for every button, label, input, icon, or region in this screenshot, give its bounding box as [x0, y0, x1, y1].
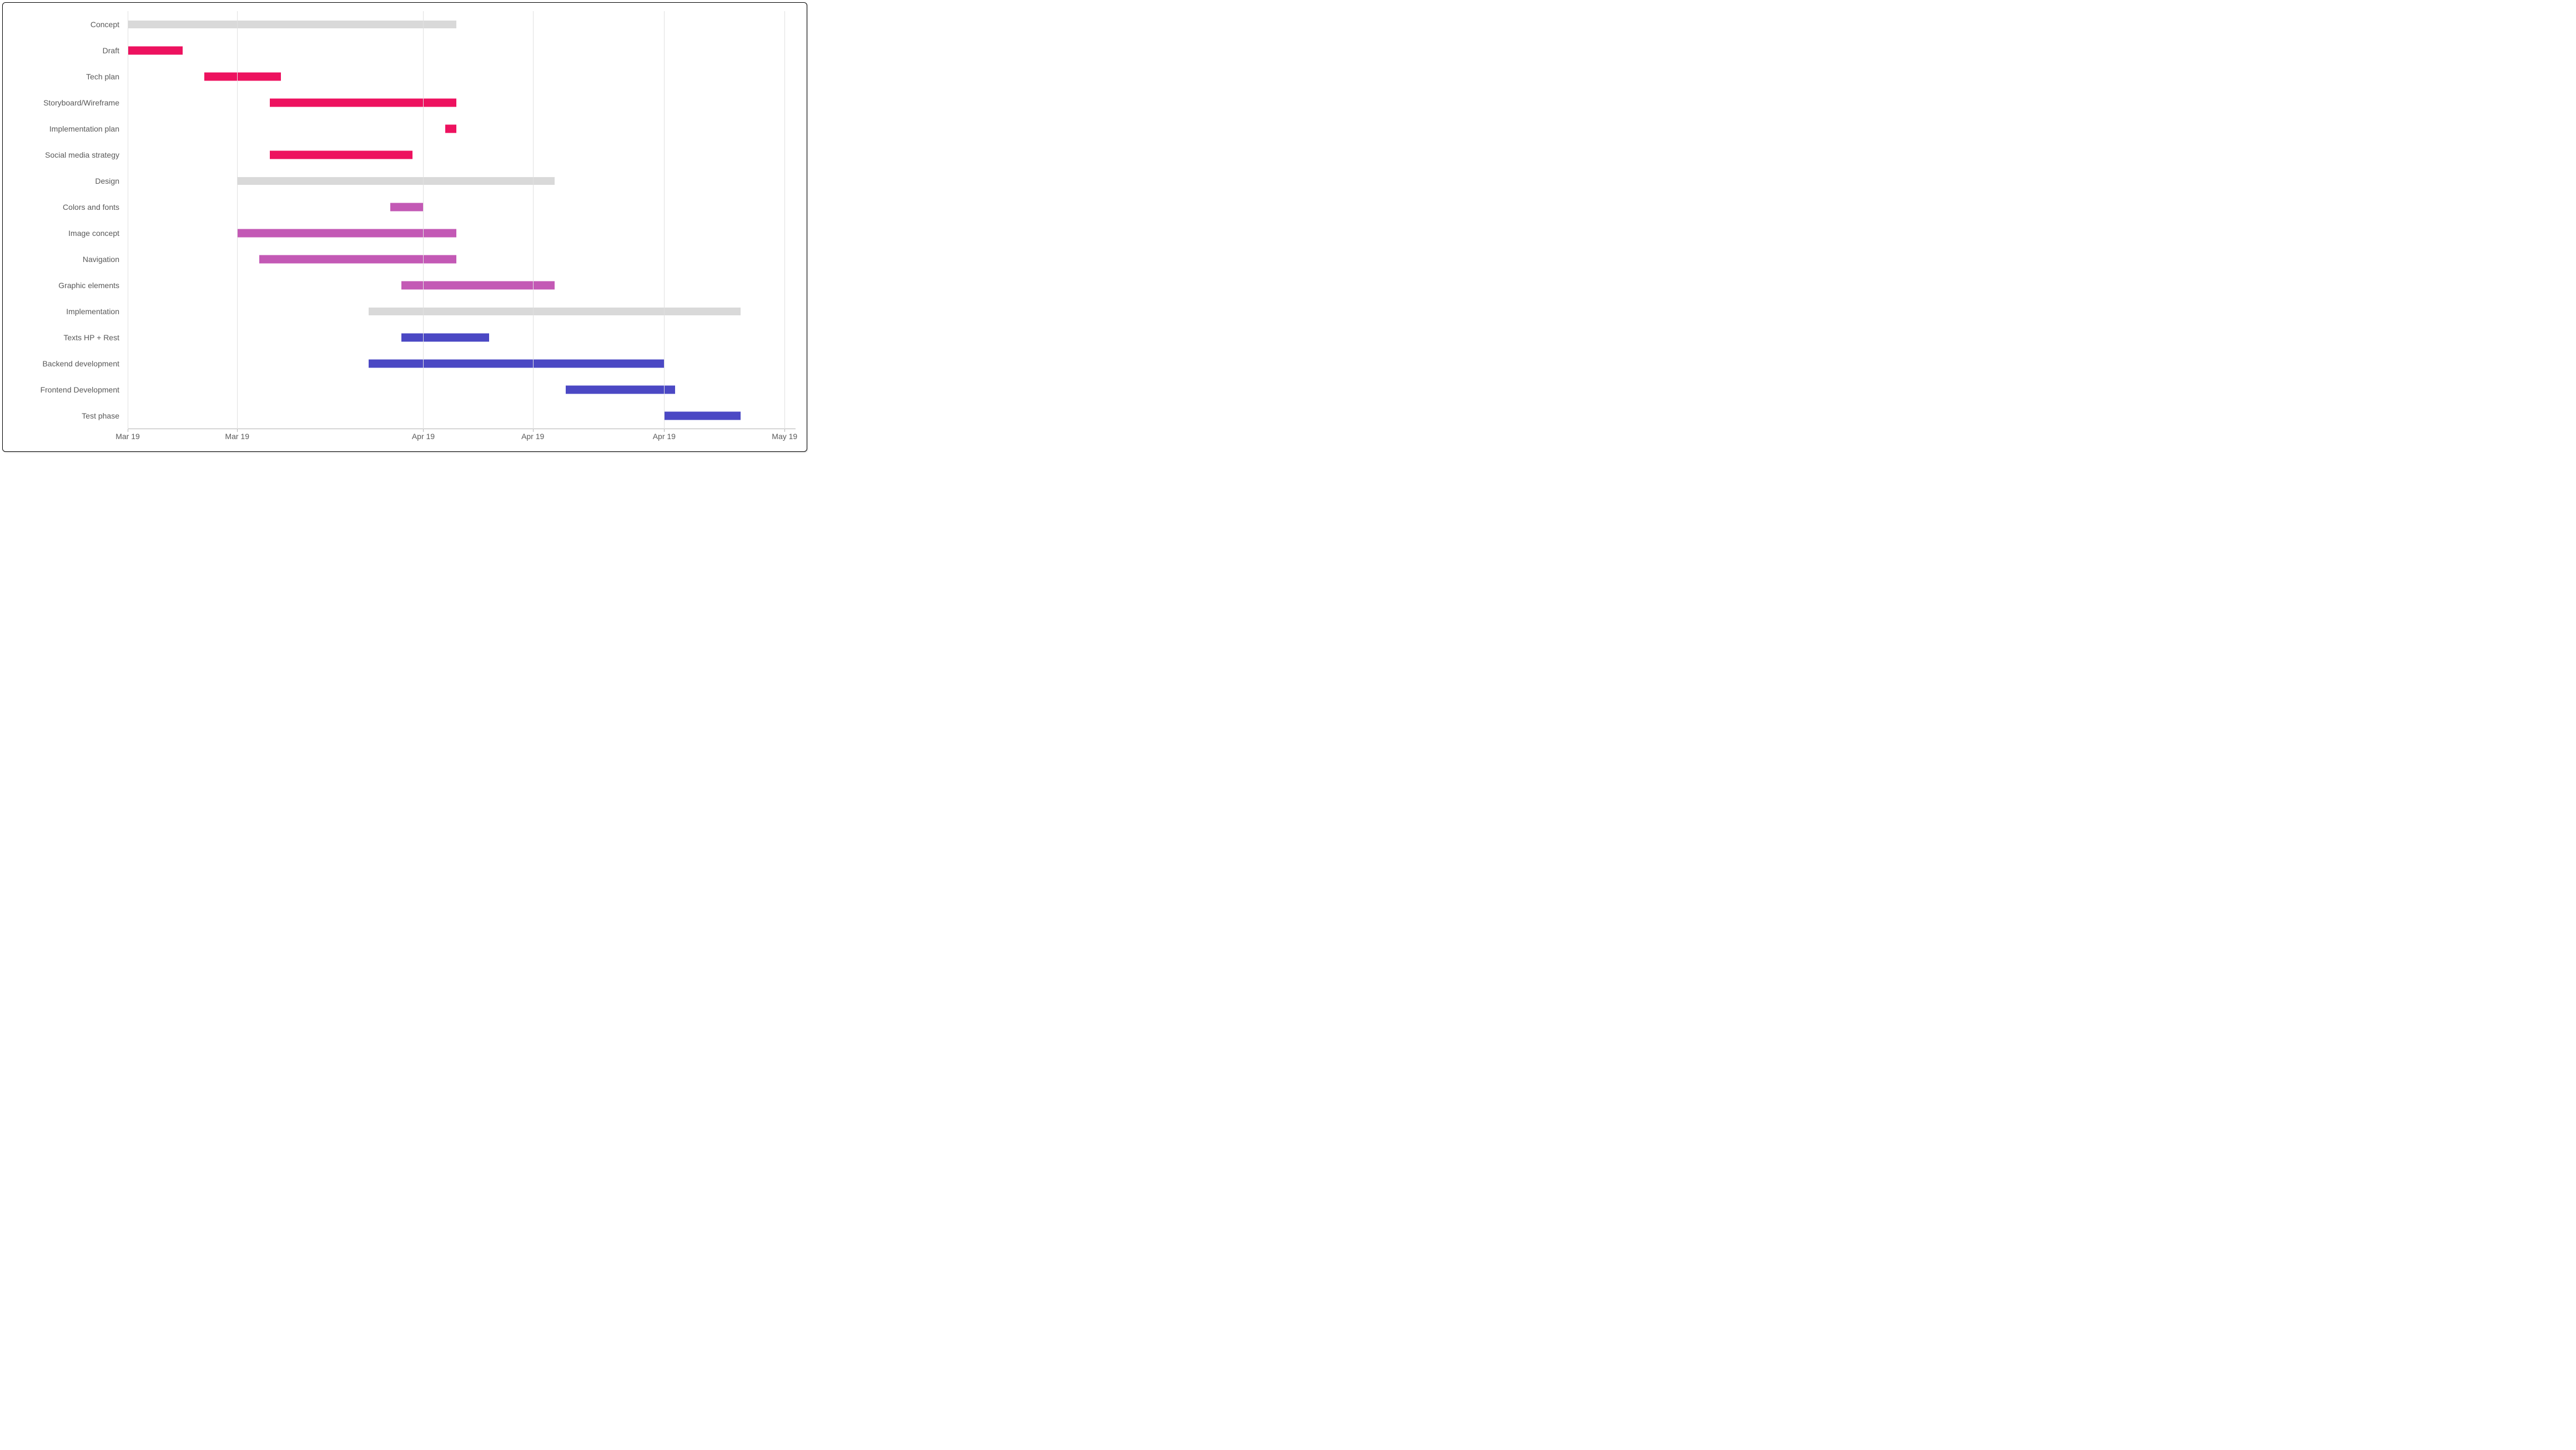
task-label: Texts HP + Rest [63, 333, 119, 342]
gantt-bar [390, 203, 423, 211]
gantt-bar [664, 412, 741, 420]
gridline [237, 11, 238, 429]
task-label: Graphic elements [58, 281, 119, 290]
gantt-bar [128, 46, 183, 54]
gantt-bar [259, 255, 456, 264]
task-label: Navigation [83, 255, 119, 264]
task-labels: Concept Draft Tech plan Storyboard/Wirefram… [3, 11, 125, 429]
gantt-bar [128, 21, 456, 28]
gantt-bar [401, 281, 555, 290]
task-label: Design [95, 177, 119, 185]
task-label: Social media strategy [45, 150, 119, 159]
gridline [533, 11, 534, 429]
x-tick-label: Mar 19 [115, 432, 140, 441]
x-tick-label: Mar 19 [225, 432, 249, 441]
gridline [664, 11, 665, 429]
x-axis: Mar 19Mar 19Apr 19Apr 19Apr 19May 19 [128, 432, 796, 446]
gantt-bar [445, 124, 456, 133]
gantt-chart: Concept Draft Tech plan Storyboard/Wirefram… [2, 2, 807, 452]
task-label: Implementation [66, 307, 119, 316]
task-label: Colors and fonts [63, 203, 119, 212]
gantt-bar [237, 177, 555, 185]
gantt-bar [270, 150, 412, 159]
gantt-bar [369, 360, 664, 368]
gantt-bar [204, 72, 281, 80]
task-label: Tech plan [86, 72, 119, 81]
gridline [423, 11, 424, 429]
gantt-bar [401, 334, 489, 342]
task-label: Image concept [68, 229, 119, 238]
task-label: Backend development [42, 359, 119, 368]
task-label: Draft [103, 46, 119, 55]
task-label: Implementation plan [49, 124, 119, 133]
x-tick-label: May 19 [772, 432, 797, 441]
task-label: Concept [90, 20, 119, 29]
plot-area [128, 11, 796, 429]
x-tick-label: Apr 19 [412, 432, 435, 441]
task-label: Test phase [82, 411, 119, 420]
gantt-bar [270, 98, 456, 107]
gridline [784, 11, 785, 429]
gantt-bar [369, 308, 741, 315]
gantt-bar [566, 386, 675, 394]
x-tick-label: Apr 19 [653, 432, 676, 441]
x-tick-label: Apr 19 [521, 432, 544, 441]
task-label: Frontend Development [41, 385, 119, 394]
task-label: Storyboard/Wireframe [43, 98, 119, 107]
